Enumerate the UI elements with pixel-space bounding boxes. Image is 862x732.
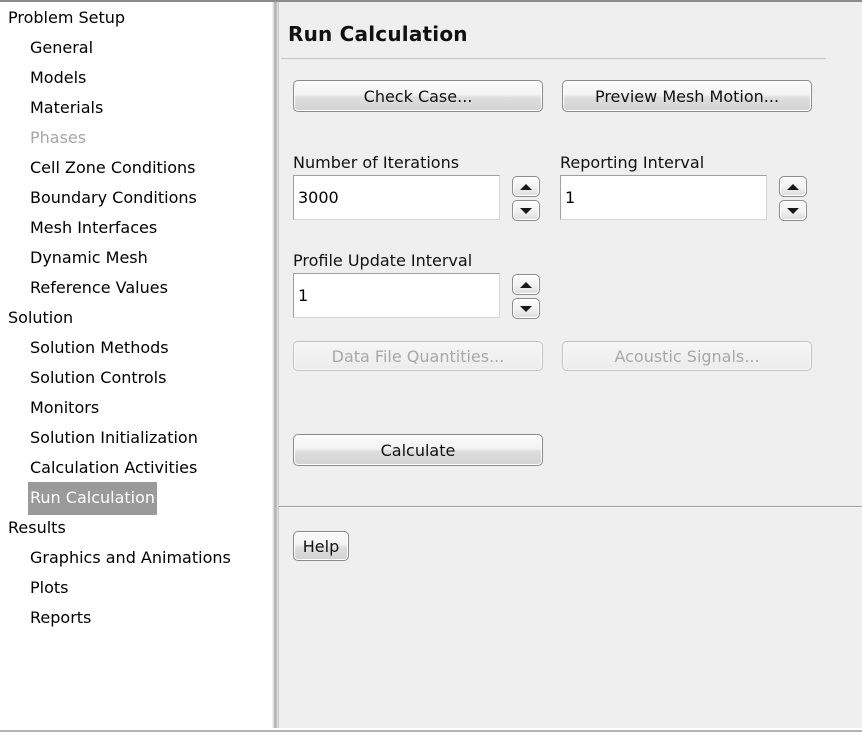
sidebar-item-label: Cell Zone Conditions (30, 158, 196, 177)
nav-group-solution: Solution (8, 308, 74, 327)
sidebar-item-label: Solution Methods (30, 338, 169, 357)
profile-update-interval-label: Profile Update Interval (293, 251, 473, 270)
sidebar-item-solution-controls[interactable]: Solution Controls (0, 362, 272, 392)
nav-group-results: Results (8, 518, 66, 537)
sidebar-item-label: Boundary Conditions (30, 188, 197, 207)
number-of-iterations-decrement-button[interactable] (512, 200, 540, 221)
nav-group-problem-setup: Problem Setup (8, 8, 126, 27)
page-title: Run Calculation (288, 22, 468, 46)
sidebar-item-calculation-activities[interactable]: Calculation Activities (0, 452, 272, 482)
reporting-interval-decrement-button[interactable] (779, 200, 807, 221)
sidebar-item-graphics-and-animations[interactable]: Graphics and Animations (0, 542, 272, 572)
sidebar-item-materials[interactable]: Materials (0, 92, 272, 122)
acoustic-signals-button: Acoustic Signals... (562, 341, 812, 371)
sidebar-item-solution-methods[interactable]: Solution Methods (0, 332, 272, 362)
title-separator (281, 58, 826, 59)
reporting-interval-increment-button[interactable] (779, 176, 807, 197)
sidebar-item-models[interactable]: Models (0, 62, 272, 92)
sidebar-item-reference-values[interactable]: Reference Values (0, 272, 272, 302)
triangle-down-icon (520, 207, 532, 214)
help-button[interactable]: Help (293, 531, 349, 561)
sidebar-item-solution-initialization[interactable]: Solution Initialization (0, 422, 272, 452)
sidebar-item-mesh-interfaces[interactable]: Mesh Interfaces (0, 212, 272, 242)
profile-update-interval-increment-button[interactable] (512, 274, 540, 295)
sidebar-item-label: Plots (30, 578, 69, 597)
sidebar-item-phases: Phases (0, 122, 272, 152)
sidebar-item-run-calculation[interactable]: Run Calculation (0, 482, 272, 515)
sidebar-item-label: Mesh Interfaces (30, 218, 158, 237)
number-of-iterations-increment-button[interactable] (512, 176, 540, 197)
sidebar-item-label: Solution Controls (30, 368, 167, 387)
sidebar-item-reports[interactable]: Reports (0, 602, 272, 632)
sidebar-item-label: Graphics and Animations (30, 548, 231, 567)
profile-update-interval-input[interactable] (293, 273, 500, 318)
sidebar-item-label: Calculation Activities (30, 458, 198, 477)
sidebar-item-boundary-conditions[interactable]: Boundary Conditions (0, 182, 272, 212)
sidebar-item-general[interactable]: General (0, 32, 272, 62)
sidebar-item-dynamic-mesh[interactable]: Dynamic Mesh (0, 242, 272, 272)
number-of-iterations-label: Number of Iterations (293, 153, 460, 172)
sidebar-item-label: Models (30, 68, 87, 87)
data-file-quantities-button: Data File Quantities... (293, 341, 543, 371)
check-case-button[interactable]: Check Case... (293, 80, 543, 112)
sidebar-item-label: Reference Values (30, 278, 168, 297)
preview-mesh-motion-button[interactable]: Preview Mesh Motion... (562, 80, 812, 112)
sidebar-item-label: Run Calculation (28, 482, 158, 515)
profile-update-interval-decrement-button[interactable] (512, 298, 540, 319)
task-panel: Run Calculation Check Case... Preview Me… (278, 2, 862, 728)
sidebar-item-label: Phases (30, 128, 87, 147)
sidebar-item-label: Solution Initialization (30, 428, 198, 447)
sidebar-item-label: Monitors (30, 398, 100, 417)
sidebar-item-label: General (30, 38, 94, 57)
triangle-down-icon (520, 305, 532, 312)
triangle-up-icon (520, 183, 532, 190)
reporting-interval-label: Reporting Interval (560, 153, 705, 172)
sidebar-item-cell-zone-conditions[interactable]: Cell Zone Conditions (0, 152, 272, 182)
triangle-down-icon (787, 207, 799, 214)
triangle-up-icon (787, 183, 799, 190)
sidebar-item-label: Materials (30, 98, 104, 117)
navigation-tree: Problem Setup General Models Materials Phase… (0, 2, 272, 632)
sidebar-item-monitors[interactable]: Monitors (0, 392, 272, 422)
sidebar-item-plots[interactable]: Plots (0, 572, 272, 602)
footer-separator (279, 506, 862, 507)
triangle-up-icon (520, 281, 532, 288)
reporting-interval-input[interactable] (560, 175, 767, 220)
navigation-sidebar[interactable]: Problem Setup General Models Materials Phase… (0, 2, 272, 728)
sidebar-item-label: Dynamic Mesh (30, 248, 148, 267)
calculate-button[interactable]: Calculate (293, 434, 543, 466)
number-of-iterations-input[interactable] (293, 175, 500, 220)
sidebar-item-label: Reports (30, 608, 92, 627)
run-calculation-window: Problem Setup General Models Materials Phase… (0, 0, 862, 732)
